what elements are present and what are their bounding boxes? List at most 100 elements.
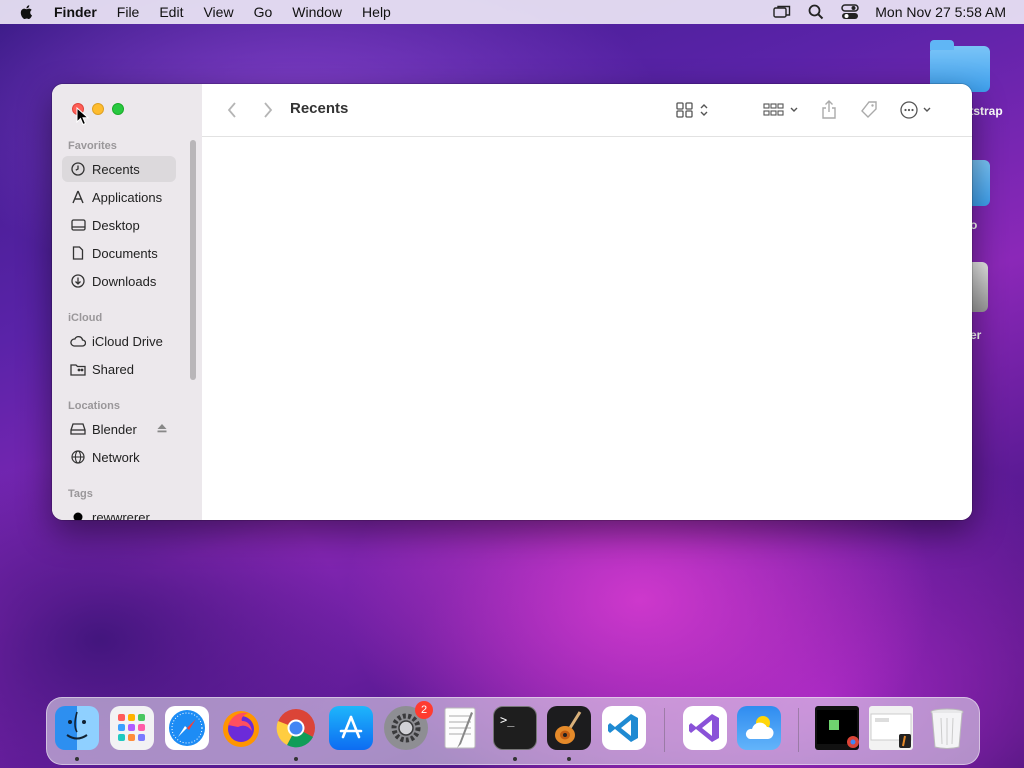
menu-view[interactable]: View xyxy=(203,4,233,20)
dock: 2 >_ xyxy=(46,697,980,765)
sidebar-section-favorites: Favorites xyxy=(68,140,117,152)
sidebar-scrollbar[interactable] xyxy=(190,140,196,380)
sidebar-item-documents[interactable]: Documents xyxy=(62,240,176,266)
desktop-icon xyxy=(70,217,86,233)
sidebar-item-label: rewwrerer xyxy=(92,509,150,521)
finder-sidebar: Favorites Recents Applications Desktop D… xyxy=(52,84,203,520)
dock-trash[interactable] xyxy=(925,706,969,750)
window-title: Recents xyxy=(290,100,349,117)
sidebar-item-label: Downloads xyxy=(92,273,157,289)
tag-button[interactable] xyxy=(858,98,880,122)
running-indicator xyxy=(567,757,571,761)
forward-button[interactable] xyxy=(258,98,278,122)
menu-window[interactable]: Window xyxy=(292,4,342,20)
tag-color-dot-icon xyxy=(70,509,86,520)
sidebar-item-desktop[interactable]: Desktop xyxy=(62,212,176,238)
view-grid-icon xyxy=(676,102,708,118)
share-icon xyxy=(822,100,836,119)
sidebar-section-locations: Locations xyxy=(68,400,120,412)
notification-badge: 2 xyxy=(415,701,433,719)
vscode-icon xyxy=(608,714,638,742)
dock-window-thumbnail-1[interactable] xyxy=(815,706,859,750)
menubar-clock[interactable]: Mon Nov 27 5:58 AM xyxy=(875,4,1006,20)
sidebar-item-label: Recents xyxy=(92,161,140,177)
running-indicator xyxy=(513,757,517,761)
clock-icon xyxy=(70,161,86,177)
dock-terminal[interactable]: >_ xyxy=(493,706,537,750)
dock-safari[interactable] xyxy=(165,706,209,750)
shared-folder-icon xyxy=(70,361,86,377)
launchpad-icon xyxy=(118,714,145,741)
download-icon xyxy=(70,273,86,289)
dock-weather[interactable] xyxy=(737,706,781,750)
group-button[interactable] xyxy=(762,98,802,122)
sidebar-item-shared[interactable]: Shared xyxy=(62,356,176,382)
cloud-icon xyxy=(70,333,86,349)
forward-icon xyxy=(264,102,273,118)
more-icon xyxy=(900,101,931,119)
weather-icon xyxy=(745,716,774,739)
sidebar-section-tags: Tags xyxy=(68,488,93,500)
mouse-pointer-icon xyxy=(76,107,90,126)
drive-icon xyxy=(70,421,86,437)
applications-icon xyxy=(70,189,86,205)
sidebar-item-tag[interactable]: rewwrerer xyxy=(62,504,176,520)
eject-icon[interactable] xyxy=(156,422,168,434)
menu-help[interactable]: Help xyxy=(362,4,391,20)
finder-content-area[interactable] xyxy=(202,137,972,520)
dock-app-store[interactable] xyxy=(329,706,373,750)
dock-divider xyxy=(664,708,665,752)
minimize-button[interactable] xyxy=(92,103,104,115)
running-indicator xyxy=(294,757,298,761)
menu-edit[interactable]: Edit xyxy=(159,4,183,20)
chrome-icon xyxy=(276,709,315,748)
guitar-icon xyxy=(555,711,582,744)
globe-icon xyxy=(70,449,86,465)
dock-garageband[interactable] xyxy=(547,706,591,750)
zoom-button[interactable] xyxy=(112,103,124,115)
dock-firefox[interactable] xyxy=(219,706,263,750)
control-center-icon[interactable] xyxy=(841,3,859,21)
menu-file[interactable]: File xyxy=(117,4,140,20)
spotlight-icon[interactable] xyxy=(807,3,825,21)
finder-toolbar: Recents xyxy=(202,84,972,137)
more-actions-button[interactable] xyxy=(898,98,938,122)
sidebar-section-icloud: iCloud xyxy=(68,312,103,324)
dock-textedit[interactable] xyxy=(439,706,483,750)
sidebar-item-label: Shared xyxy=(92,361,134,377)
sidebar-item-label: Applications xyxy=(92,189,163,205)
finder-icon xyxy=(66,711,88,740)
share-button[interactable] xyxy=(818,98,840,122)
apple-menu-icon[interactable] xyxy=(18,3,36,21)
trash-icon xyxy=(930,708,964,749)
sidebar-item-downloads[interactable]: Downloads xyxy=(62,268,176,294)
terminal-icon: >_ xyxy=(500,713,515,727)
sidebar-item-icloud-drive[interactable]: iCloud Drive xyxy=(62,328,176,354)
menu-go[interactable]: Go xyxy=(254,4,273,20)
sidebar-item-label: Blender xyxy=(92,421,137,437)
safari-icon xyxy=(169,710,205,746)
firefox-icon xyxy=(223,711,259,747)
sidebar-item-blender[interactable]: Blender xyxy=(62,416,176,442)
view-mode-button[interactable] xyxy=(674,98,714,122)
sidebar-item-network[interactable]: Network xyxy=(62,444,176,470)
screen-mirroring-icon[interactable] xyxy=(773,3,791,21)
back-button[interactable] xyxy=(222,98,242,122)
app-menu-finder[interactable]: Finder xyxy=(54,4,97,20)
sidebar-item-label: Network xyxy=(92,449,140,465)
window-thumbnail-icon xyxy=(817,710,859,748)
sidebar-item-label: Desktop xyxy=(92,217,140,233)
back-icon xyxy=(227,102,236,118)
dock-launchpad[interactable] xyxy=(110,706,154,750)
dock-vscode[interactable] xyxy=(602,706,646,750)
dock-chrome[interactable] xyxy=(274,706,318,750)
dock-finder[interactable] xyxy=(55,706,99,750)
sidebar-item-recents[interactable]: Recents xyxy=(62,156,176,182)
dock-window-thumbnail-2[interactable] xyxy=(869,706,913,750)
sidebar-item-label: iCloud Drive xyxy=(92,333,163,349)
running-indicator xyxy=(75,757,79,761)
sidebar-item-applications[interactable]: Applications xyxy=(62,184,176,210)
finder-window: Favorites Recents Applications Desktop D… xyxy=(52,84,972,520)
dock-divider xyxy=(798,708,799,752)
dock-visual-studio[interactable] xyxy=(683,706,727,750)
